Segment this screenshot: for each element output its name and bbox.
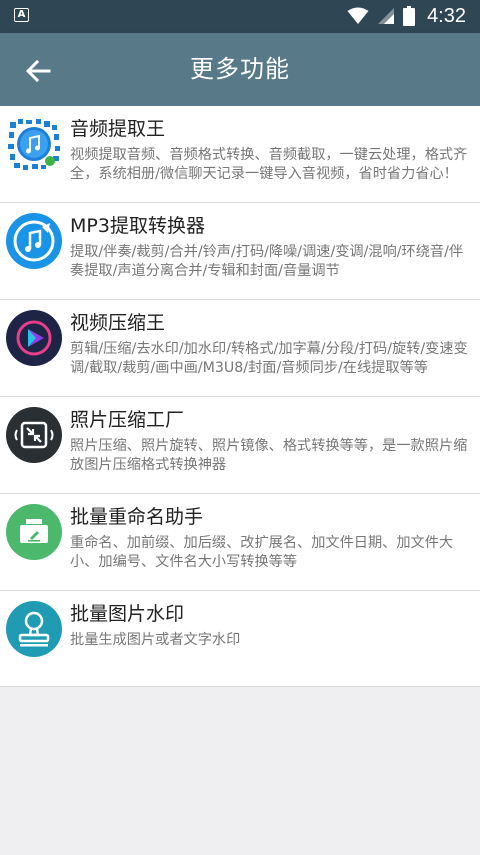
item-description: 视频提取音频、音频格式转换、音频截取，一键云处理，格式齐全，系统相册/微信聊天记… [70, 147, 468, 182]
item-description: 重命名、加前缀、加后缀、改扩展名、加文件日期、加文件大小、加编号、文件名大小写转… [70, 535, 454, 570]
system-indicators: 4:32 [347, 4, 466, 28]
list-item[interactable]: 批量图片水印 批量生成图片或者文字水印 [0, 591, 480, 687]
music-note-icon [6, 213, 62, 269]
list-item[interactable]: 音频提取王 视频提取音频、音频格式转换、音频截取，一键云处理，格式齐全，系统相册… [0, 106, 480, 203]
status-bar: A 4:32 [0, 0, 480, 33]
notification-badge-icon: A [14, 8, 29, 22]
feature-list: 音频提取王 视频提取音频、音频格式转换、音频截取，一键云处理，格式齐全，系统相册… [0, 106, 480, 687]
item-title: 批量图片水印 [70, 603, 185, 625]
list-item[interactable]: 照片压缩工厂 照片压缩、照片旋转、照片镜像、格式转换等等，是一款照片缩放图片压缩… [0, 397, 480, 494]
list-item[interactable]: MP3提取转换器 提取/伴奏/裁剪/合并/铃声/打码/降噪/调速/变调/混响/环… [0, 203, 480, 300]
clock: 4:32 [427, 5, 466, 27]
page-title: 更多功能 [190, 55, 290, 83]
app-bar: 更多功能 [0, 33, 480, 106]
item-title: 视频压缩王 [70, 312, 166, 334]
battery-icon [403, 6, 416, 26]
item-description: 剪辑/压缩/去水印/加水印/转格式/加字幕/分段/打码/旋转/变速变调/截取/裁… [70, 341, 468, 376]
compress-arrows-icon [6, 407, 62, 463]
stamp-icon [6, 601, 62, 657]
item-title: 音频提取王 [70, 118, 166, 140]
item-description: 批量生成图片或者文字水印 [70, 632, 241, 648]
video-play-icon [6, 310, 62, 366]
list-item[interactable]: 视频压缩王 剪辑/压缩/去水印/加水印/转格式/加字幕/分段/打码/旋转/变速变… [0, 300, 480, 397]
signal-icon [378, 8, 395, 24]
item-title: 照片压缩工厂 [70, 409, 185, 431]
item-title: MP3提取转换器 [70, 215, 205, 237]
list-item[interactable]: 批量重命名助手 重命名、加前缀、加后缀、改扩展名、加文件日期、加文件大小、加编号… [0, 494, 480, 591]
item-description: 提取/伴奏/裁剪/合并/铃声/打码/降噪/调速/变调/混响/环绕音/伴奏提取/声… [70, 244, 464, 279]
item-title: 批量重命名助手 [70, 506, 204, 528]
qr-code-music-icon [6, 116, 62, 172]
wifi-icon [347, 7, 369, 24]
rename-edit-icon [6, 504, 62, 560]
item-description: 照片压缩、照片旋转、照片镜像、格式转换等等，是一款照片缩放图片压缩格式转换神器 [70, 438, 468, 473]
